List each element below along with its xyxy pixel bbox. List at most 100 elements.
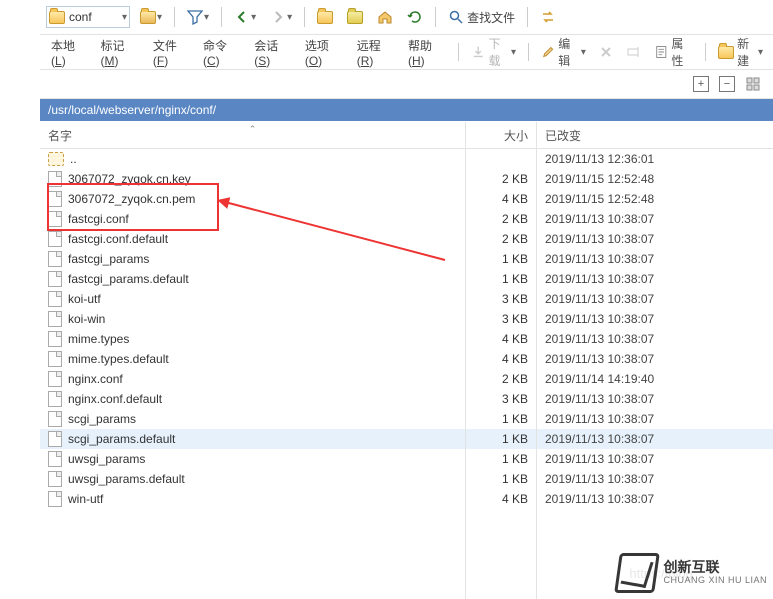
watermark-logo-icon	[615, 553, 661, 593]
menu-mark[interactable]: 标记(M)	[95, 34, 143, 71]
path-combo[interactable]: conf ▾	[46, 6, 130, 28]
arrow-left-icon	[234, 9, 250, 25]
properties-button[interactable]: 属性	[650, 32, 697, 72]
find-file-button[interactable]: 查找文件	[444, 7, 519, 28]
parent-dir-row[interactable]: ..	[40, 149, 465, 169]
column-size: 大小 2 KB4 KB2 KB2 KB1 KB1 KB3 KB3 KB4 KB4…	[466, 122, 537, 599]
file-date: 2019/11/13 10:38:07	[537, 349, 773, 369]
file-icon	[48, 491, 62, 507]
menu-local[interactable]: 本地(L)	[46, 34, 91, 71]
folder-icon	[49, 9, 65, 25]
parent-dir-date: 2019/11/13 12:36:01	[537, 149, 773, 169]
menu-options[interactable]: 选项(O)	[300, 34, 348, 71]
rename-button[interactable]	[622, 41, 646, 63]
file-row[interactable]: fastcgi.conf	[40, 209, 465, 229]
header-changed[interactable]: 已改变	[537, 122, 773, 149]
file-icon	[48, 191, 62, 207]
file-row[interactable]: 3067072_zyqok.cn.pem	[40, 189, 465, 209]
file-size: 3 KB	[466, 309, 536, 329]
file-name: fastcgi_params.default	[68, 272, 189, 286]
home-button[interactable]	[373, 7, 397, 27]
new-folder-icon	[718, 44, 734, 60]
menu-help[interactable]: 帮助(H)	[403, 34, 450, 71]
file-name: fastcgi_params	[68, 252, 149, 266]
up-folder-button[interactable]	[313, 7, 337, 27]
arrow-right-icon	[270, 9, 286, 25]
file-icon	[48, 231, 62, 247]
file-row[interactable]: win-utf	[40, 489, 465, 509]
file-icon	[48, 331, 62, 347]
sync-button[interactable]	[536, 7, 560, 27]
chevron-down-icon: ▾	[122, 12, 127, 23]
menu-session[interactable]: 会话(S)	[249, 34, 296, 71]
edit-button[interactable]: 编辑▾	[537, 32, 590, 72]
file-icon	[48, 431, 62, 447]
download-button[interactable]: 下载▾	[467, 32, 520, 72]
toolbar-primary: conf ▾ ▾ ▾ ▾ ▾ 查找文件	[0, 0, 773, 35]
file-icon	[48, 291, 62, 307]
header-name[interactable]: 名字 ⌃	[40, 122, 465, 149]
file-date: 2019/11/13 10:38:07	[537, 449, 773, 469]
collapse-button[interactable]: −	[719, 76, 735, 92]
menu-command[interactable]: 命令(C)	[198, 34, 245, 71]
file-date: 2019/11/13 10:38:07	[537, 249, 773, 269]
file-size: 2 KB	[466, 369, 536, 389]
file-name: nginx.conf.default	[68, 392, 162, 406]
file-date: 2019/11/13 10:38:07	[537, 269, 773, 289]
sort-asc-icon: ⌃	[249, 124, 257, 135]
filter-button[interactable]: ▾	[183, 7, 213, 27]
edit-icon	[541, 44, 555, 60]
path-bar[interactable]: /usr/local/webserver/nginx/conf/	[40, 99, 773, 121]
file-name: scgi_params	[68, 412, 136, 426]
file-icon	[48, 411, 62, 427]
file-name: mime.types	[68, 332, 129, 346]
file-row[interactable]: fastcgi.conf.default	[40, 229, 465, 249]
file-row[interactable]: scgi_params.default	[40, 429, 465, 449]
parent-dir-label: ..	[70, 152, 77, 166]
open-folder-button[interactable]: ▾	[136, 7, 166, 27]
file-icon	[48, 371, 62, 387]
file-row[interactable]: fastcgi_params	[40, 249, 465, 269]
refresh-button[interactable]	[403, 7, 427, 27]
watermark-cn: 创新互联	[663, 560, 767, 575]
file-row[interactable]: mime.types.default	[40, 349, 465, 369]
file-row[interactable]: uwsgi_params	[40, 449, 465, 469]
new-button[interactable]: 新建▾	[714, 32, 767, 72]
root-folder-button[interactable]	[343, 7, 367, 27]
watermark: 创新互联 CHUANG XIN HU LIAN	[617, 553, 767, 593]
file-size: 4 KB	[466, 349, 536, 369]
file-row[interactable]: nginx.conf.default	[40, 389, 465, 409]
properties-icon	[654, 44, 669, 60]
file-size: 2 KB	[466, 209, 536, 229]
file-name: 3067072_zyqok.cn.key	[68, 172, 191, 186]
menu-remote[interactable]: 远程(R)	[352, 34, 399, 71]
back-button[interactable]: ▾	[230, 7, 260, 27]
view-toggle-icon[interactable]	[745, 76, 761, 92]
file-icon	[48, 251, 62, 267]
file-list: 名字 ⌃ .. 3067072_zyqok.cn.key 3067072_zyqok…	[40, 122, 773, 599]
file-row[interactable]: koi-win	[40, 309, 465, 329]
menu-file[interactable]: 文件(F)	[148, 34, 194, 71]
file-size: 1 KB	[466, 249, 536, 269]
file-row[interactable]: koi-utf	[40, 289, 465, 309]
file-icon	[48, 451, 62, 467]
expand-button[interactable]: +	[693, 76, 709, 92]
file-row[interactable]: uwsgi_params.default	[40, 469, 465, 489]
file-date: 2019/11/13 10:38:07	[537, 389, 773, 409]
file-name: koi-utf	[68, 292, 101, 306]
file-row[interactable]: fastcgi_params.default	[40, 269, 465, 289]
file-size: 3 KB	[466, 289, 536, 309]
left-gutter	[0, 0, 40, 599]
file-row[interactable]: mime.types	[40, 329, 465, 349]
file-icon	[48, 211, 62, 227]
file-icon	[48, 271, 62, 287]
file-icon	[48, 311, 62, 327]
file-date: 2019/11/13 10:38:07	[537, 429, 773, 449]
file-row[interactable]: nginx.conf	[40, 369, 465, 389]
delete-button[interactable]	[594, 41, 618, 63]
file-size: 1 KB	[466, 429, 536, 449]
file-row[interactable]: scgi_params	[40, 409, 465, 429]
header-size[interactable]: 大小	[466, 122, 536, 149]
file-row[interactable]: 3067072_zyqok.cn.key	[40, 169, 465, 189]
forward-button[interactable]: ▾	[266, 7, 296, 27]
